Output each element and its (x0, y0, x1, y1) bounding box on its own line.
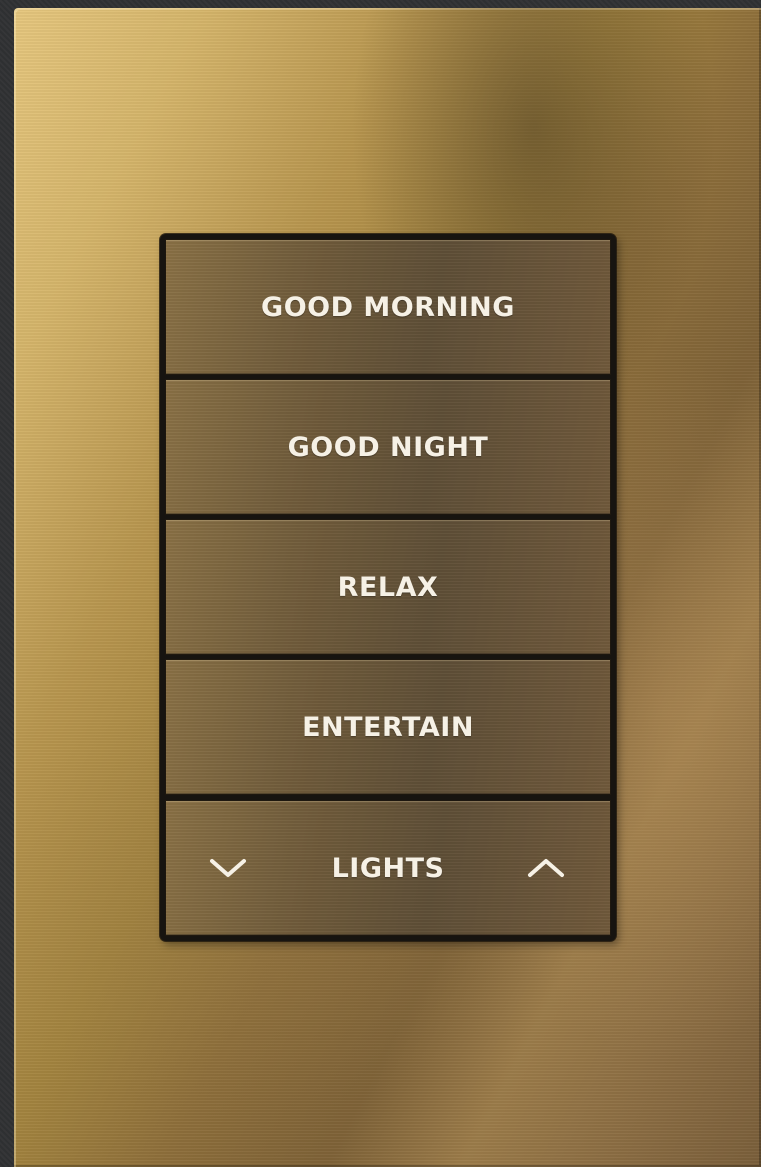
lights-rocker: LIGHTS (165, 800, 611, 936)
scene-keypad: GOOD MORNING GOOD NIGHT RELAX ENTERTAIN … (160, 234, 616, 941)
lights-up-button[interactable] (526, 848, 566, 888)
relax-label: RELAX (337, 571, 439, 603)
lights-down-button[interactable] (208, 848, 248, 888)
good-morning-button[interactable]: GOOD MORNING (165, 239, 611, 375)
good-morning-label: GOOD MORNING (261, 291, 515, 323)
good-night-button[interactable]: GOOD NIGHT (165, 379, 611, 515)
chevron-down-icon (210, 859, 246, 877)
lights-label: LIGHTS (331, 852, 445, 884)
entertain-label: ENTERTAIN (302, 711, 474, 743)
chevron-up-icon (528, 859, 564, 877)
entertain-button[interactable]: ENTERTAIN (165, 659, 611, 795)
relax-button[interactable]: RELAX (165, 519, 611, 655)
good-night-label: GOOD NIGHT (287, 431, 489, 463)
